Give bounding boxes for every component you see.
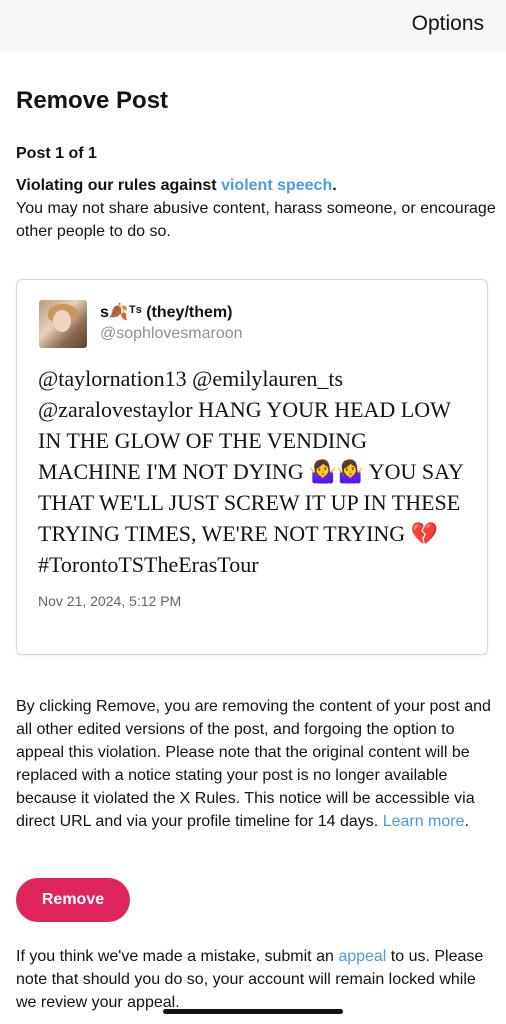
appeal-notice: If you think we've made a mistake, submi…: [16, 945, 496, 1014]
post-count: Post 1 of 1: [16, 145, 97, 162]
removal-info-end: .: [464, 813, 469, 830]
post-display-name: s🍂ᵀˢ (they/them): [100, 304, 233, 321]
violation-description: You may not share abusive content, haras…: [16, 200, 496, 240]
remove-button[interactable]: Remove: [16, 878, 130, 922]
avatar: [39, 300, 87, 348]
learn-more-link[interactable]: Learn more: [383, 813, 465, 830]
home-indicator[interactable]: [163, 1009, 343, 1014]
post-handle: @sophlovesmaroon: [100, 325, 243, 342]
post-timestamp: Nov 21, 2024, 5:12 PM: [38, 593, 182, 609]
page-title: Remove Post: [16, 87, 169, 114]
violation-suffix: .: [332, 177, 337, 194]
options-button[interactable]: Options: [412, 12, 484, 36]
violation-heading: Violating our rules against violent spee…: [16, 174, 496, 197]
avatar-face: [53, 310, 71, 332]
removal-info-text: By clicking Remove, you are removing the…: [16, 698, 491, 830]
post-text: @taylornation13 @emilylauren_ts @zaralov…: [38, 366, 464, 577]
post-card: s🍂ᵀˢ (they/them) @sophlovesmaroon @taylo…: [16, 279, 488, 655]
top-bar: Options: [0, 0, 506, 52]
violation-prefix: Violating our rules against: [16, 177, 222, 194]
appeal-link[interactable]: appeal: [338, 948, 386, 965]
violation-notice: Violating our rules against violent spee…: [16, 174, 496, 243]
appeal-prefix: If you think we've made a mistake, submi…: [16, 948, 339, 965]
removal-info: By clicking Remove, you are removing the…: [16, 695, 494, 833]
violent-speech-link[interactable]: violent speech: [221, 177, 332, 194]
